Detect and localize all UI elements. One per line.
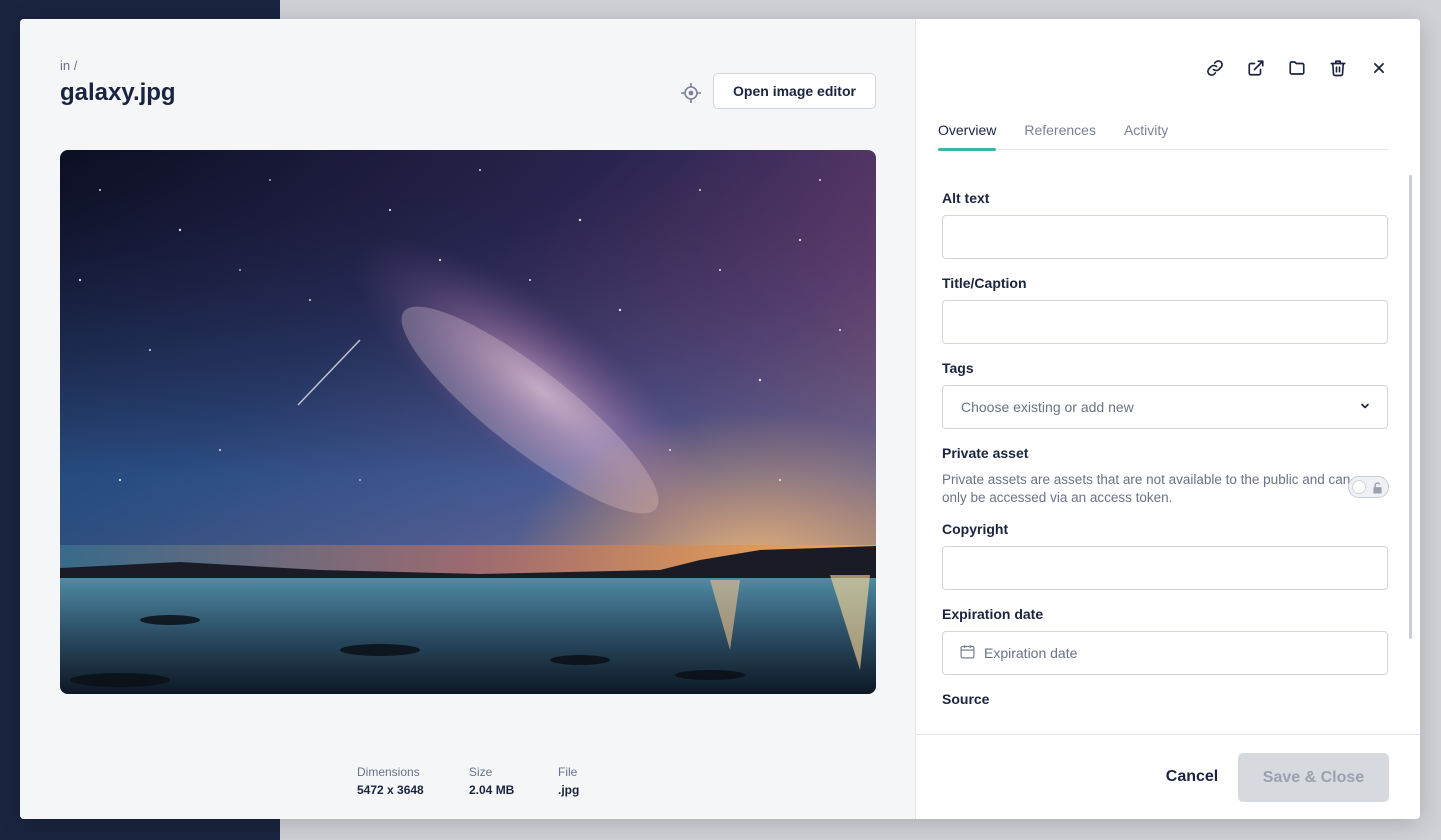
expiration-date-input[interactable]: Expiration date <box>942 631 1388 675</box>
tags-select[interactable]: Choose existing or add new <box>942 385 1388 429</box>
open-image-editor-button[interactable]: Open image editor <box>713 73 876 109</box>
folder-icon[interactable] <box>1276 57 1317 79</box>
cancel-button[interactable]: Cancel <box>1152 753 1232 801</box>
dimensions-meta: Dimensions 5472 x 3648 <box>357 765 424 797</box>
link-icon[interactable] <box>1194 57 1235 79</box>
focus-point-icon[interactable] <box>680 82 702 104</box>
file-type-value: .jpg <box>558 783 580 797</box>
private-asset-label: Private asset <box>942 445 1029 461</box>
file-type-label: File <box>558 765 578 779</box>
asset-preview-pane: in / galaxy.jpg Open image editor Dimens… <box>20 19 916 819</box>
copyright-label: Copyright <box>942 521 1009 537</box>
expiration-date-placeholder: Expiration date <box>984 645 1078 661</box>
breadcrumb: in / <box>60 58 78 73</box>
save-and-close-button[interactable]: Save & Close <box>1238 753 1389 802</box>
tab-overview[interactable]: Overview <box>938 112 997 151</box>
size-label: Size <box>469 765 493 779</box>
panel-tabs: Overview References Activity <box>938 112 1388 151</box>
tags-placeholder: Choose existing or add new <box>961 399 1134 415</box>
calendar-icon <box>959 643 976 663</box>
asset-detail-modal: in / galaxy.jpg Open image editor Dimens… <box>20 19 1420 819</box>
panel-actions <box>1194 57 1399 79</box>
source-label: Source <box>942 691 990 707</box>
panel-footer: Cancel Save & Close <box>916 734 1420 819</box>
private-asset-description: Private assets are assets that are not a… <box>942 472 1351 505</box>
unlock-icon <box>1372 481 1383 499</box>
alt-text-label: Alt text <box>942 190 990 206</box>
dimensions-label: Dimensions <box>357 765 420 779</box>
copyright-input[interactable] <box>942 546 1388 590</box>
private-asset-toggle[interactable] <box>1348 476 1389 498</box>
asset-image <box>60 150 876 694</box>
panel-scrollbar[interactable] <box>1409 175 1412 639</box>
title-caption-input[interactable] <box>942 300 1388 344</box>
close-icon[interactable] <box>1358 57 1399 79</box>
title-caption-label: Title/Caption <box>942 275 1027 291</box>
asset-details-panel: Overview References Activity Alt text Ti… <box>916 19 1420 819</box>
file-meta: File .jpg <box>558 765 579 797</box>
trash-icon[interactable] <box>1317 57 1358 79</box>
tags-label: Tags <box>942 360 974 376</box>
size-meta: Size 2.04 MB <box>469 765 514 797</box>
tab-references[interactable]: References <box>1024 112 1096 150</box>
dimensions-value: 5472 x 3648 <box>357 783 424 797</box>
toggle-knob <box>1352 480 1366 494</box>
open-external-icon[interactable] <box>1235 57 1276 79</box>
asset-file-name: galaxy.jpg <box>60 79 176 106</box>
size-value: 2.04 MB <box>469 783 515 797</box>
alt-text-input[interactable] <box>942 215 1388 259</box>
expiration-date-label: Expiration date <box>942 606 1044 622</box>
tab-activity[interactable]: Activity <box>1124 112 1168 150</box>
chevron-down-icon <box>1359 399 1371 415</box>
